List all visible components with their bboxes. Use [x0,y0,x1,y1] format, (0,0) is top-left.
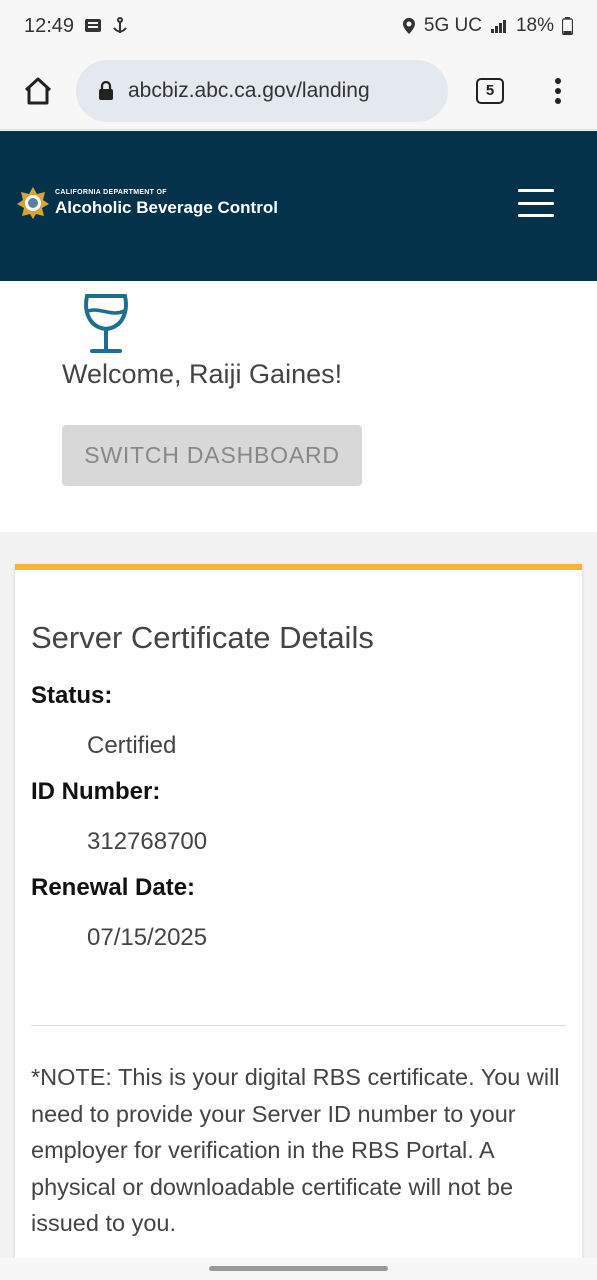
more-vert-icon [555,77,561,104]
menu-line [518,201,554,205]
anchor-icon [113,17,127,33]
card-title: Server Certificate Details [31,620,374,655]
battery-icon [562,17,573,35]
home-icon [24,77,52,104]
menu-line [518,214,554,217]
switch-dashboard-button[interactable]: SWITCH DASHBOARD [62,425,362,486]
tab-switcher-button[interactable]: 5 [452,52,528,130]
renewal-date-value: 07/15/2025 [87,924,208,951]
status-bar: 12:49 5G UC 18% [0,0,597,52]
signal-icon [490,20,506,33]
menu-button[interactable] [518,189,554,217]
id-number-label: ID Number: [31,778,161,805]
wine-glass-icon [84,294,128,353]
home-button[interactable] [0,52,76,130]
lock-icon [99,80,113,100]
status-time: 12:49 [24,14,75,37]
dept-name: Alcoholic Beverage Control [55,197,278,217]
battery-label: 18% [515,15,554,36]
certificate-card: Server Certificate Details Status: Certi… [15,564,582,1264]
renewal-date-label: Renewal Date: [31,874,196,901]
welcome-greeting: Welcome, Raiji Gaines! [62,359,343,389]
status-value: Certified [87,732,177,759]
status-label: Status: [31,682,113,709]
browser-menu-button[interactable] [528,52,588,130]
gesture-handle[interactable] [209,1266,388,1271]
site-header: CALIFORNIA DEPARTMENT OF Alcoholic Bever… [0,131,597,281]
divider [31,1025,566,1026]
tab-count: 5 [476,77,504,104]
navigation-bar [0,1258,597,1280]
url-text: abcbiz.abc.ca.gov/landing [128,78,370,102]
message-icon [85,19,102,32]
abc-logo-link[interactable]: CALIFORNIA DEPARTMENT OF Alcoholic Bever… [16,186,278,220]
network-label: 5G UC [423,15,482,36]
location-icon [402,18,415,34]
welcome-section: Welcome, Raiji Gaines! SWITCH DASHBOARD [0,281,597,532]
url-field[interactable]: abcbiz.abc.ca.gov/landing [76,59,448,122]
badge-icon [17,187,49,219]
certificate-note: *NOTE: This is your digital RBS certific… [31,1064,560,1236]
id-number-value: 312768700 [87,828,208,855]
browser-toolbar: abcbiz.abc.ca.gov/landing 5 [0,52,597,130]
menu-line [518,189,554,192]
dept-small-label: CALIFORNIA DEPARTMENT OF [55,188,167,196]
